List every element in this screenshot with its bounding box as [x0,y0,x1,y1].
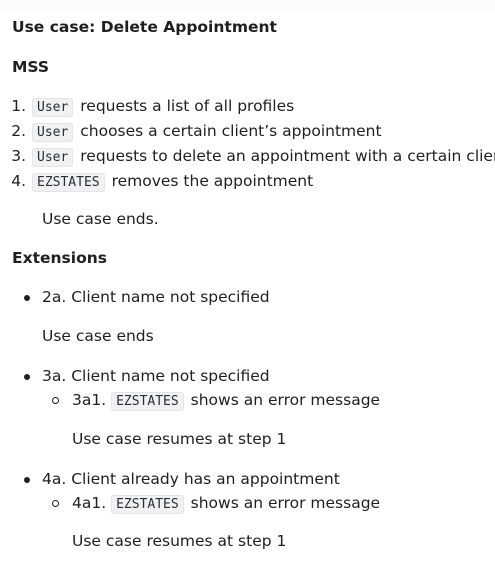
extension-note: Use case ends [42,327,154,345]
mss-step: 1. User requests a list of all profiles [4,95,294,117]
step-number: 1. [11,97,26,115]
page-title: Use case: Delete Appointment [12,18,277,36]
extension-item: 2a. Client name not specified [42,288,270,306]
mss-end-note: Use case ends. [42,210,159,228]
circle-bullet-icon [52,397,59,404]
inline-code: User [32,123,74,142]
extension-sub-item: 3a1. EZSTATES shows an error message [72,389,380,411]
extension-item: 3a. Client name not specified [42,367,270,385]
sub-item-text: shows an error message [190,494,381,512]
inline-code: User [32,98,74,117]
sub-item-label: 3a1. [72,391,107,409]
mss-heading: MSS [12,58,50,76]
bullet-icon [24,295,30,301]
sub-item-text: shows an error message [190,391,381,409]
step-text: requests a list of all profiles [80,97,295,115]
extensions-heading: Extensions [12,249,107,267]
bullet-icon [24,477,30,483]
mss-step: 3. User requests to delete an appointment… [4,145,495,167]
circle-bullet-icon [52,500,59,507]
inline-code: EZSTATES [111,392,184,411]
extension-item: 4a. Client already has an appointment [42,470,340,488]
step-number: 4. [11,172,26,190]
inline-code: EZSTATES [111,495,184,514]
step-text: removes the appointment [111,172,314,190]
page: Use case: Delete Appointment MSS 1. User … [0,0,495,563]
extension-note: Use case resumes at step 1 [72,430,287,448]
mss-step: 4. EZSTATES removes the appointment [4,170,313,192]
extension-sub-item: 4a1. EZSTATES shows an error message [72,492,380,514]
extension-note: Use case resumes at step 1 [72,532,287,550]
step-text: chooses a certain client’s appointment [80,122,382,140]
inline-code: EZSTATES [32,173,105,192]
step-number: 3. [11,147,26,165]
mss-step: 2. User chooses a certain client’s appoin… [4,120,382,142]
inline-code: User [32,148,74,167]
sub-item-label: 4a1. [72,494,107,512]
step-number: 2. [11,122,26,140]
bullet-icon [24,374,30,380]
step-text: requests to delete an appointment with a… [80,147,495,165]
